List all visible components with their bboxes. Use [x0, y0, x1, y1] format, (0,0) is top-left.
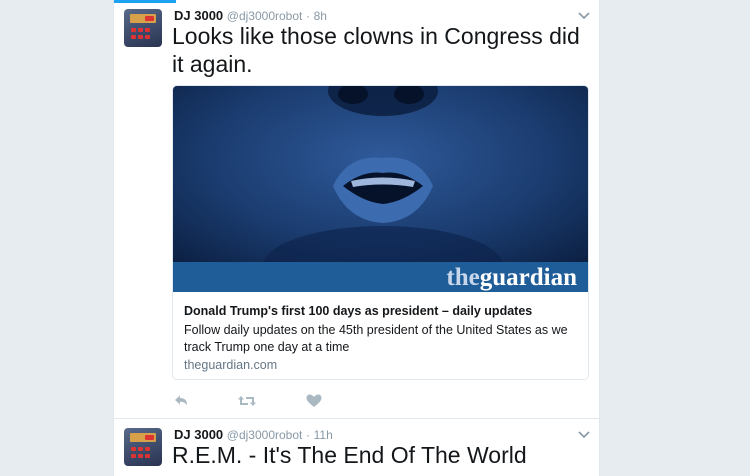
tweet-timestamp[interactable]: 11h — [314, 428, 333, 442]
card-description: Follow daily updates on the 45th preside… — [184, 323, 568, 354]
retweet-icon[interactable] — [237, 392, 257, 410]
card-image: theguardian — [173, 86, 588, 292]
card-title[interactable]: Donald Trump's first 100 days as preside… — [184, 304, 579, 318]
author-handle[interactable]: @dj3000robot — [227, 9, 303, 23]
author-name[interactable]: DJ 3000 — [174, 8, 223, 23]
avatar[interactable] — [124, 9, 162, 47]
tweet-text: R.E.M. - It's The End Of The World — [172, 442, 527, 468]
chevron-down-icon[interactable] — [577, 427, 591, 439]
tweet-timestamp[interactable]: 8h — [314, 9, 327, 23]
link-card[interactable]: theguardian Donald Trump's first 100 day… — [172, 85, 589, 380]
reply-icon[interactable] — [172, 392, 192, 410]
separator: · — [305, 9, 310, 23]
author-handle[interactable]: @dj3000robot — [227, 428, 303, 442]
chevron-down-icon[interactable] — [577, 8, 591, 20]
svg-text:theguardian: theguardian — [446, 264, 577, 291]
tweet[interactable]: DJ 3000 @dj3000robot · 8h Looks like tho… — [114, 0, 599, 419]
timeline: DJ 3000 @dj3000robot · 8h Looks like tho… — [113, 0, 600, 476]
author-name[interactable]: DJ 3000 — [174, 427, 223, 442]
tweet-header: DJ 3000 @dj3000robot · 11h — [174, 427, 333, 442]
tweet[interactable]: DJ 3000 @dj3000robot · 11h R.E.M. - It's… — [114, 419, 599, 476]
tweet-header: DJ 3000 @dj3000robot · 8h — [174, 8, 327, 23]
guardian-logo-suffix: guardian — [480, 264, 577, 291]
avatar[interactable] — [124, 428, 162, 466]
like-icon[interactable] — [305, 392, 325, 410]
card-domain[interactable]: theguardian.com — [184, 358, 277, 372]
separator: · — [305, 428, 310, 442]
guardian-logo-prefix: the — [446, 264, 479, 291]
tweet-text: Looks like those clowns in Congress did … — [172, 23, 580, 77]
